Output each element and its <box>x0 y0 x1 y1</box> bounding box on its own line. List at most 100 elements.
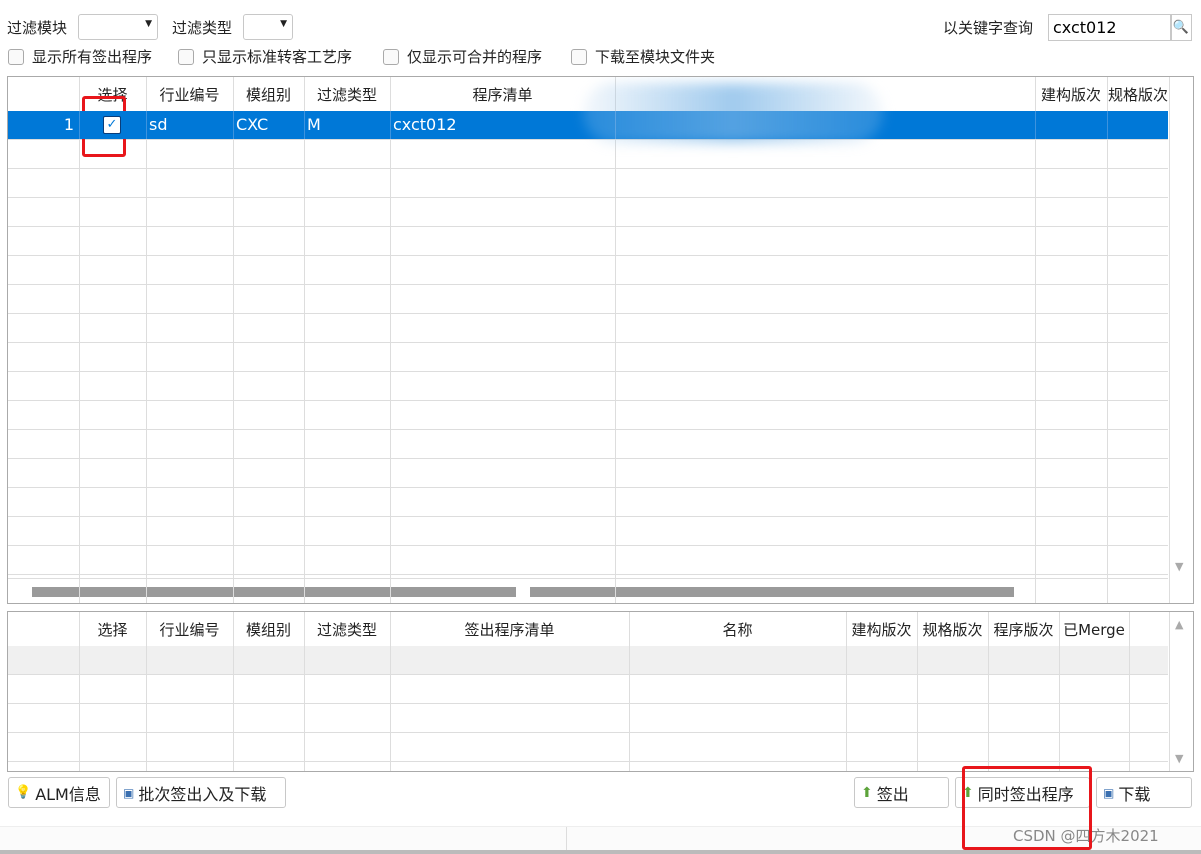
column-header[interactable]: 程序清单 <box>390 84 615 105</box>
table-row[interactable] <box>8 675 1168 704</box>
batch-checkout-button[interactable]: ▣ 批次签出入及下载 <box>116 777 286 808</box>
column-divider <box>233 77 234 603</box>
column-divider <box>79 77 80 603</box>
column-divider <box>233 612 234 771</box>
column-header[interactable]: 过滤类型 <box>304 619 390 640</box>
table-row[interactable] <box>8 285 1168 314</box>
column-divider <box>304 612 305 771</box>
table-row[interactable] <box>8 488 1168 517</box>
column-header[interactable]: 已Merge <box>1059 619 1129 640</box>
column-divider <box>615 77 616 603</box>
column-divider <box>1107 77 1108 603</box>
column-header[interactable]: 规格版次 <box>1107 84 1169 105</box>
checkbox[interactable] <box>178 48 194 65</box>
filter-type-select[interactable]: ▼ <box>243 14 293 40</box>
highlight-box <box>962 766 1092 850</box>
column-divider <box>917 612 918 771</box>
column-divider <box>390 612 391 771</box>
filter-type-label: 过滤类型 <box>172 19 233 37</box>
table-row[interactable] <box>8 430 1168 459</box>
column-header[interactable]: 建构版次 <box>846 619 917 640</box>
table-row[interactable] <box>8 372 1168 401</box>
table-row[interactable] <box>8 198 1168 227</box>
column-divider <box>146 77 147 603</box>
alm-info-button[interactable]: 💡 ALM信息 <box>8 777 110 808</box>
scroll-thumb[interactable] <box>32 587 516 597</box>
download-button[interactable]: ▣ 下载 <box>1096 777 1192 808</box>
checkbox[interactable] <box>8 48 24 65</box>
column-header[interactable]: 行业编号 <box>146 619 233 640</box>
window-border <box>0 850 1201 854</box>
vertical-scrollbar[interactable]: ▼ <box>1168 77 1193 603</box>
column-header[interactable]: 行业编号 <box>146 84 233 105</box>
column-header[interactable]: 规格版次 <box>917 619 988 640</box>
column-divider <box>390 77 391 603</box>
column-header[interactable]: 模组别 <box>233 619 304 640</box>
download-icon: ▣ <box>1103 785 1115 800</box>
table-row[interactable] <box>8 459 1168 488</box>
scroll-thumb[interactable] <box>530 587 1014 597</box>
table-row[interactable] <box>8 704 1168 733</box>
row-select-checkbox[interactable]: ✓ <box>103 116 121 134</box>
cell-no: 1 <box>63 115 74 134</box>
arrow-up-icon: ⬆ <box>861 784 873 801</box>
table-row[interactable] <box>8 546 1168 575</box>
table-row[interactable] <box>8 140 1168 169</box>
column-divider <box>629 612 630 771</box>
blurred-region <box>583 83 883 143</box>
table-row[interactable] <box>8 227 1168 256</box>
scroll-up-icon[interactable]: ▲ <box>1175 618 1183 631</box>
grid-header: 选择 行业编号 模组别 过滤类型 签出程序清单 名称 建构版次 规格版次 程序版次 已Merge <box>8 612 1168 646</box>
column-divider <box>846 612 847 771</box>
option-download-to-folder[interactable]: 下载至模块文件夹 <box>571 46 715 67</box>
column-divider <box>79 612 80 771</box>
lightbulb-icon: 💡 <box>15 785 32 800</box>
dropdown-arrow-icon: ▼ <box>145 19 152 29</box>
dropdown-arrow-icon: ▼ <box>280 19 287 29</box>
cell-industry: sd <box>149 115 168 134</box>
column-header[interactable]: 建构版次 <box>1035 84 1107 105</box>
vertical-scrollbar[interactable]: ▲ ▼ <box>1168 612 1193 771</box>
horizontal-scrollbar[interactable] <box>8 578 1168 603</box>
option-show-all[interactable]: 显示所有签出程序 <box>8 46 152 67</box>
column-divider <box>1129 612 1130 771</box>
column-divider <box>988 612 989 771</box>
cell-module: CXC <box>236 115 269 134</box>
table-row[interactable] <box>8 517 1168 546</box>
table-row[interactable] <box>8 256 1168 285</box>
column-header[interactable]: 签出程序清单 <box>390 619 629 640</box>
option-mergeable-only[interactable]: 仅显示可合并的程序 <box>383 46 542 67</box>
table-row[interactable] <box>8 169 1168 198</box>
table-row[interactable] <box>8 343 1168 372</box>
scroll-down-icon[interactable]: ▼ <box>1175 752 1183 765</box>
search-input[interactable] <box>1048 14 1172 41</box>
column-header[interactable]: 程序版次 <box>988 619 1059 640</box>
option-standard-only[interactable]: 只显示标准转客工艺序 <box>178 46 352 67</box>
column-divider <box>1035 77 1036 603</box>
column-divider <box>146 612 147 771</box>
checkbox[interactable] <box>571 48 587 65</box>
search-button[interactable]: 🔍 <box>1170 14 1192 41</box>
scroll-down-icon[interactable]: ▼ <box>1175 560 1183 573</box>
batch-icon: ▣ <box>123 785 135 800</box>
program-grid[interactable]: ▼ 选择 行业编号 模组别 过滤类型 程序清单 建构版次 规格版次 1 sd CXC Mcxct01… <box>7 76 1194 604</box>
cell-program: cxct012 <box>393 115 457 134</box>
filter-module-label: 过滤模块 <box>7 19 68 37</box>
table-row[interactable] <box>8 646 1168 675</box>
checkbox[interactable] <box>383 48 399 65</box>
filter-module-select[interactable]: ▼ <box>78 14 158 40</box>
column-divider <box>304 77 305 603</box>
column-divider <box>1169 612 1170 771</box>
column-header[interactable]: 过滤类型 <box>304 84 390 105</box>
column-divider <box>1169 77 1170 603</box>
checkout-button[interactable]: ⬆ 签出 <box>854 777 949 808</box>
search-label: 以关键字查询 <box>943 19 1034 37</box>
column-header[interactable]: 名称 <box>629 619 846 640</box>
column-divider <box>1059 612 1060 771</box>
checkout-grid[interactable]: ▲ ▼ 选择 行业编号 模组别 过滤类型 签出程序清单 名称 建构版次 规格版次 程序版次 已Mer… <box>7 611 1194 772</box>
table-row[interactable] <box>8 733 1168 762</box>
column-header[interactable]: 模组别 <box>233 84 304 105</box>
column-header[interactable]: 选择 <box>79 619 146 640</box>
table-row[interactable] <box>8 401 1168 430</box>
table-row[interactable] <box>8 314 1168 343</box>
